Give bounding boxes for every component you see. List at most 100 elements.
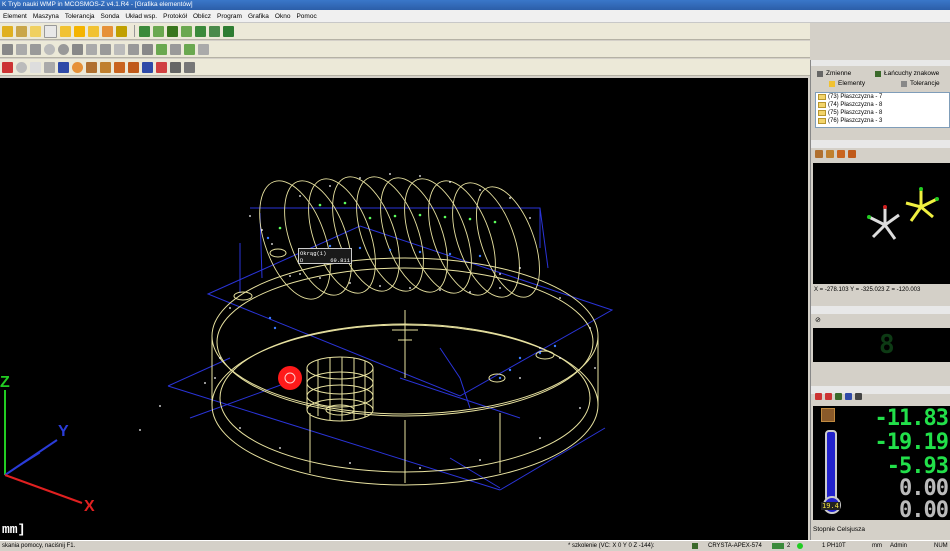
cylindricity-icon[interactable] <box>58 43 69 55</box>
variables-icon <box>817 70 823 77</box>
cone-icon[interactable] <box>102 25 113 37</box>
axis-icon[interactable] <box>128 61 139 73</box>
concentricity-icon[interactable] <box>170 43 181 55</box>
tree-item-label: (75) Płaszczyzna - 8 <box>828 110 883 116</box>
status-bar: skania pomocy, naciśnij F1. * szkolenie … <box>0 540 950 551</box>
torus-icon[interactable] <box>116 25 127 37</box>
chart-icon[interactable] <box>142 61 153 73</box>
tolerance-icon[interactable] <box>2 43 13 55</box>
tab-tolerances-label: Tolerancje <box>910 80 940 87</box>
probe-preview[interactable] <box>813 163 950 284</box>
shoe-icon[interactable] <box>86 61 97 73</box>
flatness-icon[interactable] <box>30 43 41 55</box>
menu-help[interactable]: Pomoc <box>293 13 319 20</box>
rotate-icon[interactable] <box>44 61 55 73</box>
menu-machine[interactable]: Maszyna <box>30 13 62 20</box>
tree-item[interactable]: (73) Płaszczyzna - 7 <box>816 93 949 101</box>
roundness-icon[interactable] <box>44 43 55 55</box>
runout-icon[interactable] <box>100 43 111 55</box>
toolbar-tolerance <box>0 41 810 58</box>
zoom-icon[interactable] <box>16 61 27 73</box>
coordinate-icon[interactable] <box>100 61 111 73</box>
position-icon[interactable] <box>156 43 167 55</box>
probe-star-yellow <box>905 189 938 222</box>
dro-r1-value: 0.00 <box>899 476 949 501</box>
dro-axis-icon[interactable] <box>825 393 832 400</box>
menu-tolerance[interactable]: Tolerancja <box>62 13 98 20</box>
tab-variables[interactable]: Zmienne <box>817 70 851 77</box>
tree-item-label: (76) Płaszczyzna - 3 <box>828 118 883 124</box>
tree-item[interactable]: (76) Płaszczyzna - 3 <box>816 117 949 125</box>
perpendicularity-icon[interactable] <box>128 43 139 55</box>
construct-icon[interactable] <box>139 25 150 37</box>
dro-z-value: -5.93 <box>886 454 949 479</box>
menu-window[interactable]: Okno <box>272 13 294 20</box>
axis-z-label: Z <box>0 374 10 391</box>
tree-item[interactable]: (74) Płaszczyzna - 8 <box>816 101 949 109</box>
thermometer-icon <box>825 430 837 502</box>
tab-tolerances[interactable]: Tolerancje <box>901 80 940 87</box>
window-title: K Tryb nauki WMP in MCOSMOS-Z v4.1.R4 - … <box>0 0 950 10</box>
close-view-icon[interactable] <box>2 61 13 73</box>
part-icon[interactable] <box>114 61 125 73</box>
symmetry-icon[interactable] <box>195 25 206 37</box>
menu-program[interactable]: Program <box>214 13 245 20</box>
part-icon[interactable] <box>837 150 845 158</box>
menu-element[interactable]: Element <box>0 13 30 20</box>
dro-reset-icon[interactable] <box>815 393 822 400</box>
pan-hand-icon[interactable] <box>30 61 41 73</box>
menu-graphics[interactable]: Grafika <box>245 13 272 20</box>
menu-probe[interactable]: Sonda <box>98 13 123 20</box>
shoe-icon[interactable] <box>815 150 823 158</box>
coordinate-icon[interactable] <box>826 150 834 158</box>
angularity-icon[interactable] <box>142 43 153 55</box>
tab-elements[interactable]: Elementy <box>829 80 865 87</box>
toolbar-view <box>0 59 810 76</box>
probe-number-display: 8 <box>813 328 950 362</box>
symmetry-tolerance-icon[interactable] <box>184 43 195 55</box>
unit-line: mm] <box>0 520 808 540</box>
dro-settings-icon[interactable] <box>855 393 862 400</box>
distance-icon[interactable] <box>167 25 178 37</box>
hole-circles <box>233 248 555 383</box>
sphere-icon[interactable] <box>74 25 85 37</box>
ellipse-icon[interactable] <box>60 25 71 37</box>
intersect-icon[interactable] <box>153 25 164 37</box>
dro-toolbar <box>815 393 865 400</box>
circle-icon[interactable] <box>44 24 57 38</box>
projection-icon[interactable] <box>209 25 220 37</box>
element-tree[interactable]: (73) Płaszczyzna - 7 (74) Płaszczyzna - … <box>815 92 950 128</box>
measured-points <box>139 173 596 469</box>
plane-icon[interactable] <box>30 25 41 37</box>
straightness-icon[interactable] <box>16 43 27 55</box>
menu-coordinate-system[interactable]: Układ wsp. <box>122 13 160 20</box>
surface-profile-icon[interactable] <box>86 43 97 55</box>
menu-protocol[interactable]: Protokół <box>160 13 190 20</box>
dro-display: 19.4 -11.83 -19.19 -5.93 0.00 0.00 <box>813 406 950 522</box>
dro-probe-icon[interactable] <box>845 393 852 400</box>
dro-mode-icon[interactable] <box>835 393 842 400</box>
key-icon[interactable] <box>198 43 209 55</box>
disc-stack-wireframe <box>259 176 540 300</box>
tab-chains[interactable]: Łańcuchy znakowe <box>875 70 939 77</box>
profile-icon[interactable] <box>72 43 83 55</box>
tree-item[interactable]: (75) Płaszczyzna - 8 <box>816 109 949 117</box>
print-icon[interactable] <box>170 61 181 73</box>
point-icon[interactable] <box>2 25 13 37</box>
tools-icon[interactable] <box>156 61 167 73</box>
temperature-unit: Stopnie Celsjusza <box>813 526 866 533</box>
axis-icon[interactable] <box>848 150 856 158</box>
parallelism-icon[interactable] <box>114 43 125 55</box>
dro-y-value: -19.19 <box>874 430 949 455</box>
target-icon[interactable] <box>72 61 83 73</box>
line-icon[interactable] <box>16 25 27 37</box>
export-icon[interactable] <box>184 61 195 73</box>
graphics-viewport[interactable]: Z Y X Okrąg(1) D 69.811 <box>0 78 808 520</box>
tree-item-label: (73) Płaszczyzna - 7 <box>828 94 883 100</box>
probe-icon[interactable] <box>58 61 69 73</box>
angle-icon[interactable] <box>181 25 192 37</box>
machine-icon <box>692 543 698 549</box>
menu-calculate[interactable]: Oblicz <box>190 13 214 20</box>
connect-icon[interactable] <box>223 25 234 37</box>
cylinder-icon[interactable] <box>88 25 99 37</box>
